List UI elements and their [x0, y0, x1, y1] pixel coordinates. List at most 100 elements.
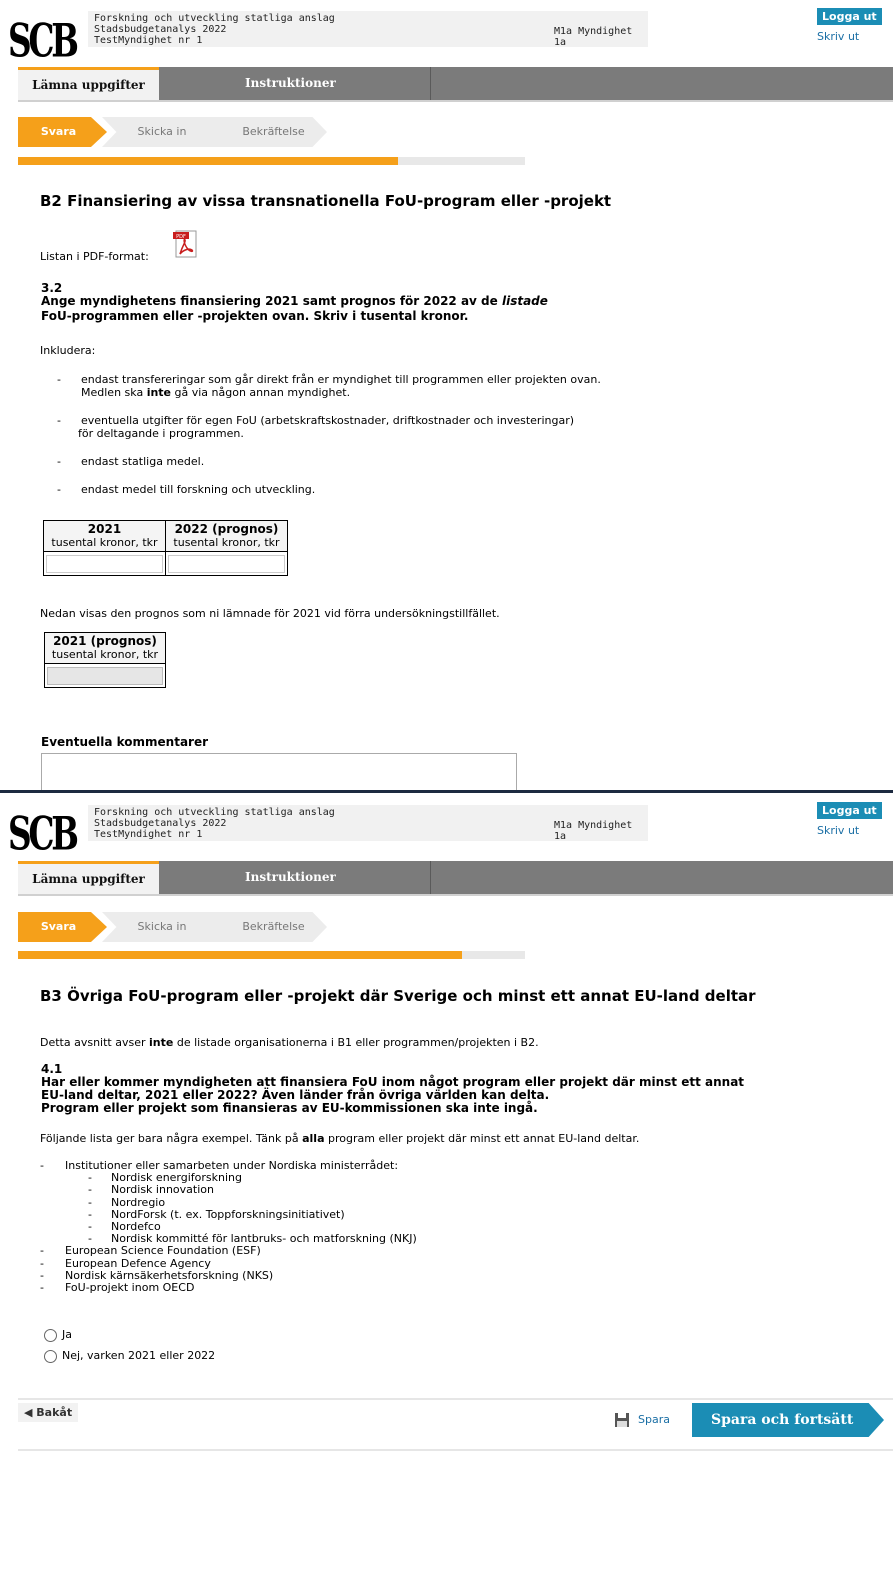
question-text-line3: Program eller projekt som finansieras av… [41, 1101, 538, 1115]
step-confirmation: Bekräftelse [206, 117, 327, 147]
step-answer: Svara [18, 912, 107, 942]
list-item-text: Nordregio [111, 1195, 166, 1209]
progress-bar-fill [18, 951, 462, 959]
scb-logo: SCB [8, 14, 79, 69]
back-button[interactable]: ◀ Bakåt [18, 1403, 79, 1422]
form-footer: ◀ Bakåt Spara Spara och fortsätt [18, 1398, 893, 1451]
bullet-2-line2: för deltagande i programmen. [78, 427, 244, 440]
question-text-1a: Ange myndighetens finansiering 2021 samt… [41, 294, 502, 308]
col-unit-2021: tusental kronor, tkr [51, 536, 158, 549]
list-item-text: Nordisk innovation [111, 1183, 214, 1197]
main-tabs: Lämna uppgifter Instruktioner [18, 861, 893, 896]
input-2022-prognos[interactable] [168, 554, 285, 573]
list-item-text: Institutioner eller samarbeten under Nor… [65, 1159, 399, 1172]
list-item-text: Nordisk energiforskning [111, 1171, 243, 1185]
bullet-2-line1: eventuella utgifter för egen FoU (arbets… [81, 414, 575, 427]
include-label: Inkludera: [40, 344, 96, 357]
col-header-2021: 2021 tusental kronor, tkr [43, 520, 166, 552]
list-item-text: Nordisk kommitté för lantbruks- och matf… [111, 1232, 417, 1246]
respondent-name: TestMyndighet nr 1 [94, 829, 203, 840]
bullet-dash: - [57, 455, 61, 468]
step-confirmation: Bekräftelse [206, 912, 327, 942]
list-dash: - [40, 1159, 44, 1172]
list-item: - NordForsk (t. ex. Toppforskningsinitiat… [40, 1207, 417, 1221]
radio-circle-icon[interactable] [44, 1349, 57, 1363]
survey-name: Forskning och utveckling statliga anslag [94, 807, 335, 818]
print-link[interactable]: Skriv ut [817, 824, 859, 837]
survey-subname: Stadsbudgetanalys 2022 [94, 24, 227, 35]
radio-no-label: Nej, varken 2021 eller 2022 [62, 1349, 216, 1362]
radio-circle-icon[interactable] [44, 1328, 57, 1342]
bullet-dash: - [57, 373, 61, 386]
question-text-line2: FoU-programmen eller -projekten ovan. Sk… [41, 309, 469, 323]
floppy-disk-icon [615, 1413, 629, 1427]
step-send: Skicka in [102, 117, 222, 147]
col-year-2021: 2021 [87, 522, 122, 536]
list-item: - Nordisk energiforskning [40, 1171, 417, 1185]
list-item-text: NordForsk (t. ex. Toppforskningsinitiati… [111, 1207, 345, 1221]
col-year-2021-prognos: 2021 (prognos) [53, 634, 157, 648]
list-intro: Följande lista ger bara några exempel. T… [40, 1132, 639, 1145]
logout-button[interactable]: Logga ut [817, 802, 882, 819]
list-item-text: FoU-projekt inom OECD [65, 1281, 195, 1295]
logout-button[interactable]: Logga ut [817, 8, 882, 25]
col-header-2022: 2022 (prognos) tusental kronor, tkr [165, 520, 288, 552]
list-dash: - [88, 1183, 92, 1197]
bullet-dash: - [57, 414, 61, 427]
save-and-continue-button[interactable]: Spara och fortsätt [692, 1403, 884, 1437]
radio-option-yes[interactable]: Ja [44, 1328, 72, 1342]
bullet-3: endast statliga medel. [81, 455, 205, 468]
bullet-1-line2: Medlen ska inte gå via någon annan myndi… [81, 386, 350, 399]
comments-label: Eventuella kommentarer [41, 735, 209, 749]
input-2021[interactable] [46, 554, 163, 573]
funding-table: 2021 tusental kronor, tkr 2022 (prognos) t… [43, 520, 288, 576]
list-item-text: Nordisk kärnsäkerhetsforskning (NKS) [65, 1268, 274, 1282]
bullet-1-bold: inte [146, 386, 172, 399]
radio-option-no[interactable]: Nej, varken 2021 eller 2022 [44, 1349, 215, 1363]
form-page-b3: SCB Forskning och utveckling statliga an… [0, 790, 893, 1579]
previous-prognosis-text: Nedan visas den prognos som ni lämnade f… [40, 607, 500, 620]
respondent-name: TestMyndighet nr 1 [94, 35, 203, 46]
survey-subname: Stadsbudgetanalys 2022 [94, 818, 227, 829]
list-item: - Nordisk innovation [40, 1184, 417, 1196]
tab-submit-data[interactable]: Lämna uppgifter [18, 861, 159, 894]
list-intro-post: program eller projekt där minst ett anna… [324, 1132, 640, 1145]
tab-submit-data[interactable]: Lämna uppgifter [18, 67, 159, 100]
section-intro: Detta avsnitt avser inte de listade orga… [40, 1036, 539, 1049]
progress-bar [18, 951, 525, 959]
list-item-text: European Science Foundation (ESF) [65, 1244, 261, 1258]
survey-info-box: Forskning och utveckling statliga anslag… [88, 805, 648, 842]
bullet-dash: - [57, 483, 61, 496]
previous-prognosis-table: 2021 (prognos) tusental kronor, tkr [44, 632, 166, 688]
col-unit-2021-prognos: tusental kronor, tkr [51, 648, 159, 661]
page-title: B3 Övriga FoU-program eller -projekt där… [40, 987, 756, 1005]
save-button[interactable]: Spara [614, 1412, 670, 1428]
pdf-icon[interactable]: PDF [173, 230, 199, 258]
bullet-1-pre: Medlen ska [81, 386, 147, 399]
organisation-id: M1a Myndighet 1a [554, 820, 633, 842]
progress-bar-fill [18, 157, 399, 165]
readonly-2021-prognos [47, 666, 163, 685]
organisation-id: M1a Myndighet 1a [554, 26, 633, 48]
scb-logo: SCB [8, 807, 79, 862]
footer-divider [18, 1398, 893, 1400]
form-page-b2: SCB Forskning och utveckling statliga an… [0, 0, 893, 790]
step-send: Skicka in [102, 912, 222, 942]
list-item-text: European Defence Agency [65, 1256, 211, 1270]
main-tabs: Lämna uppgifter Instruktioner [18, 67, 893, 102]
tab-instructions[interactable]: Instruktioner [159, 67, 431, 100]
list-intro-bold: alla [302, 1132, 325, 1145]
list-dash: - [88, 1195, 92, 1209]
survey-name: Forskning och utveckling statliga anslag [94, 13, 335, 24]
comments-textarea[interactable] [41, 753, 517, 790]
question-text-line1: Ange myndighetens finansiering 2021 samt… [41, 295, 548, 308]
page-title: B2 Finansiering av vissa transnationella… [40, 192, 612, 210]
radio-yes-label: Ja [62, 1328, 72, 1341]
print-link[interactable]: Skriv ut [817, 30, 859, 43]
step-answer: Svara [18, 117, 107, 147]
list-item-text: Nordefco [111, 1220, 161, 1234]
bullet-4: endast medel till forskning och utveckli… [81, 483, 316, 496]
intro-pre: Detta avsnitt avser [40, 1036, 150, 1049]
tab-instructions[interactable]: Instruktioner [159, 861, 431, 894]
list-dash: - [40, 1244, 44, 1258]
